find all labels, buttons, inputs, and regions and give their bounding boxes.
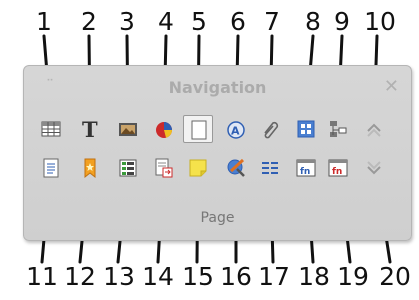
callout-17: 17 xyxy=(258,262,290,291)
function-field-icon: fn xyxy=(296,159,316,177)
insert-button[interactable] xyxy=(149,154,179,182)
document-icon xyxy=(43,158,59,178)
compass-icon xyxy=(227,158,245,177)
panel-title: Navigation xyxy=(168,78,267,97)
document-button[interactable] xyxy=(36,154,66,182)
callout-10: 10 xyxy=(364,7,396,36)
page-button[interactable] xyxy=(183,115,213,143)
image-icon xyxy=(119,123,137,136)
callout-11: 11 xyxy=(26,262,58,291)
callout-16: 16 xyxy=(220,262,252,291)
page-icon xyxy=(191,120,207,140)
svg-text:A: A xyxy=(231,125,240,138)
text-button[interactable]: T xyxy=(75,115,105,143)
callout-1: 1 xyxy=(36,7,52,36)
list-icon xyxy=(119,159,137,177)
svg-text:fn: fn xyxy=(300,167,310,177)
drawing-button[interactable]: A xyxy=(221,115,251,143)
svg-text:fn: fn xyxy=(332,167,342,177)
svg-text:T: T xyxy=(82,118,98,140)
table-button[interactable] xyxy=(36,115,66,143)
hierarchy-icon xyxy=(330,121,347,137)
object-icon xyxy=(156,122,172,138)
bookmark-button[interactable] xyxy=(75,154,105,182)
bookmark-icon xyxy=(84,158,96,179)
clip-icon xyxy=(264,121,279,139)
hierarchy-button[interactable] xyxy=(323,115,353,143)
text-icon: T xyxy=(82,118,98,140)
drawing-icon: A xyxy=(227,121,245,139)
panel-footer-label: Page xyxy=(200,210,235,226)
clip-button[interactable] xyxy=(255,115,285,143)
insert-icon xyxy=(155,158,173,178)
callout-2: 2 xyxy=(81,7,97,36)
navigation-panel: ¨ Navigation ✕ Page xyxy=(23,65,412,241)
next-button[interactable] xyxy=(359,154,389,182)
callout-18: 18 xyxy=(298,262,330,291)
note-icon xyxy=(189,159,207,177)
previous-button[interactable] xyxy=(359,115,389,143)
columns-icon xyxy=(262,162,278,174)
callout-5: 5 xyxy=(191,7,207,36)
callout-3: 3 xyxy=(119,7,135,36)
list-button[interactable] xyxy=(113,154,143,182)
callout-14: 14 xyxy=(142,262,174,291)
up-arrow-icon xyxy=(367,123,381,137)
callout-13: 13 xyxy=(103,262,135,291)
compass-button[interactable] xyxy=(221,154,251,182)
columns-button[interactable] xyxy=(255,154,285,182)
image-button[interactable] xyxy=(113,115,143,143)
callout-20: 20 xyxy=(379,262,411,291)
function-field-red-button[interactable]: fn xyxy=(323,154,353,182)
close-icon[interactable]: ✕ xyxy=(384,76,399,97)
function-field-button[interactable]: fn xyxy=(291,154,321,182)
callout-15: 15 xyxy=(182,262,214,291)
callout-12: 12 xyxy=(64,262,96,291)
down-arrow-icon xyxy=(367,161,381,175)
callout-9: 9 xyxy=(334,7,350,36)
note-button[interactable] xyxy=(183,154,213,182)
callout-7: 7 xyxy=(264,7,280,36)
callout-19: 19 xyxy=(337,262,369,291)
object-button[interactable] xyxy=(149,115,179,143)
function-field-red-icon: fn xyxy=(328,159,348,177)
table-icon xyxy=(41,121,61,137)
control-icon xyxy=(297,120,315,138)
control-button[interactable] xyxy=(291,115,321,143)
